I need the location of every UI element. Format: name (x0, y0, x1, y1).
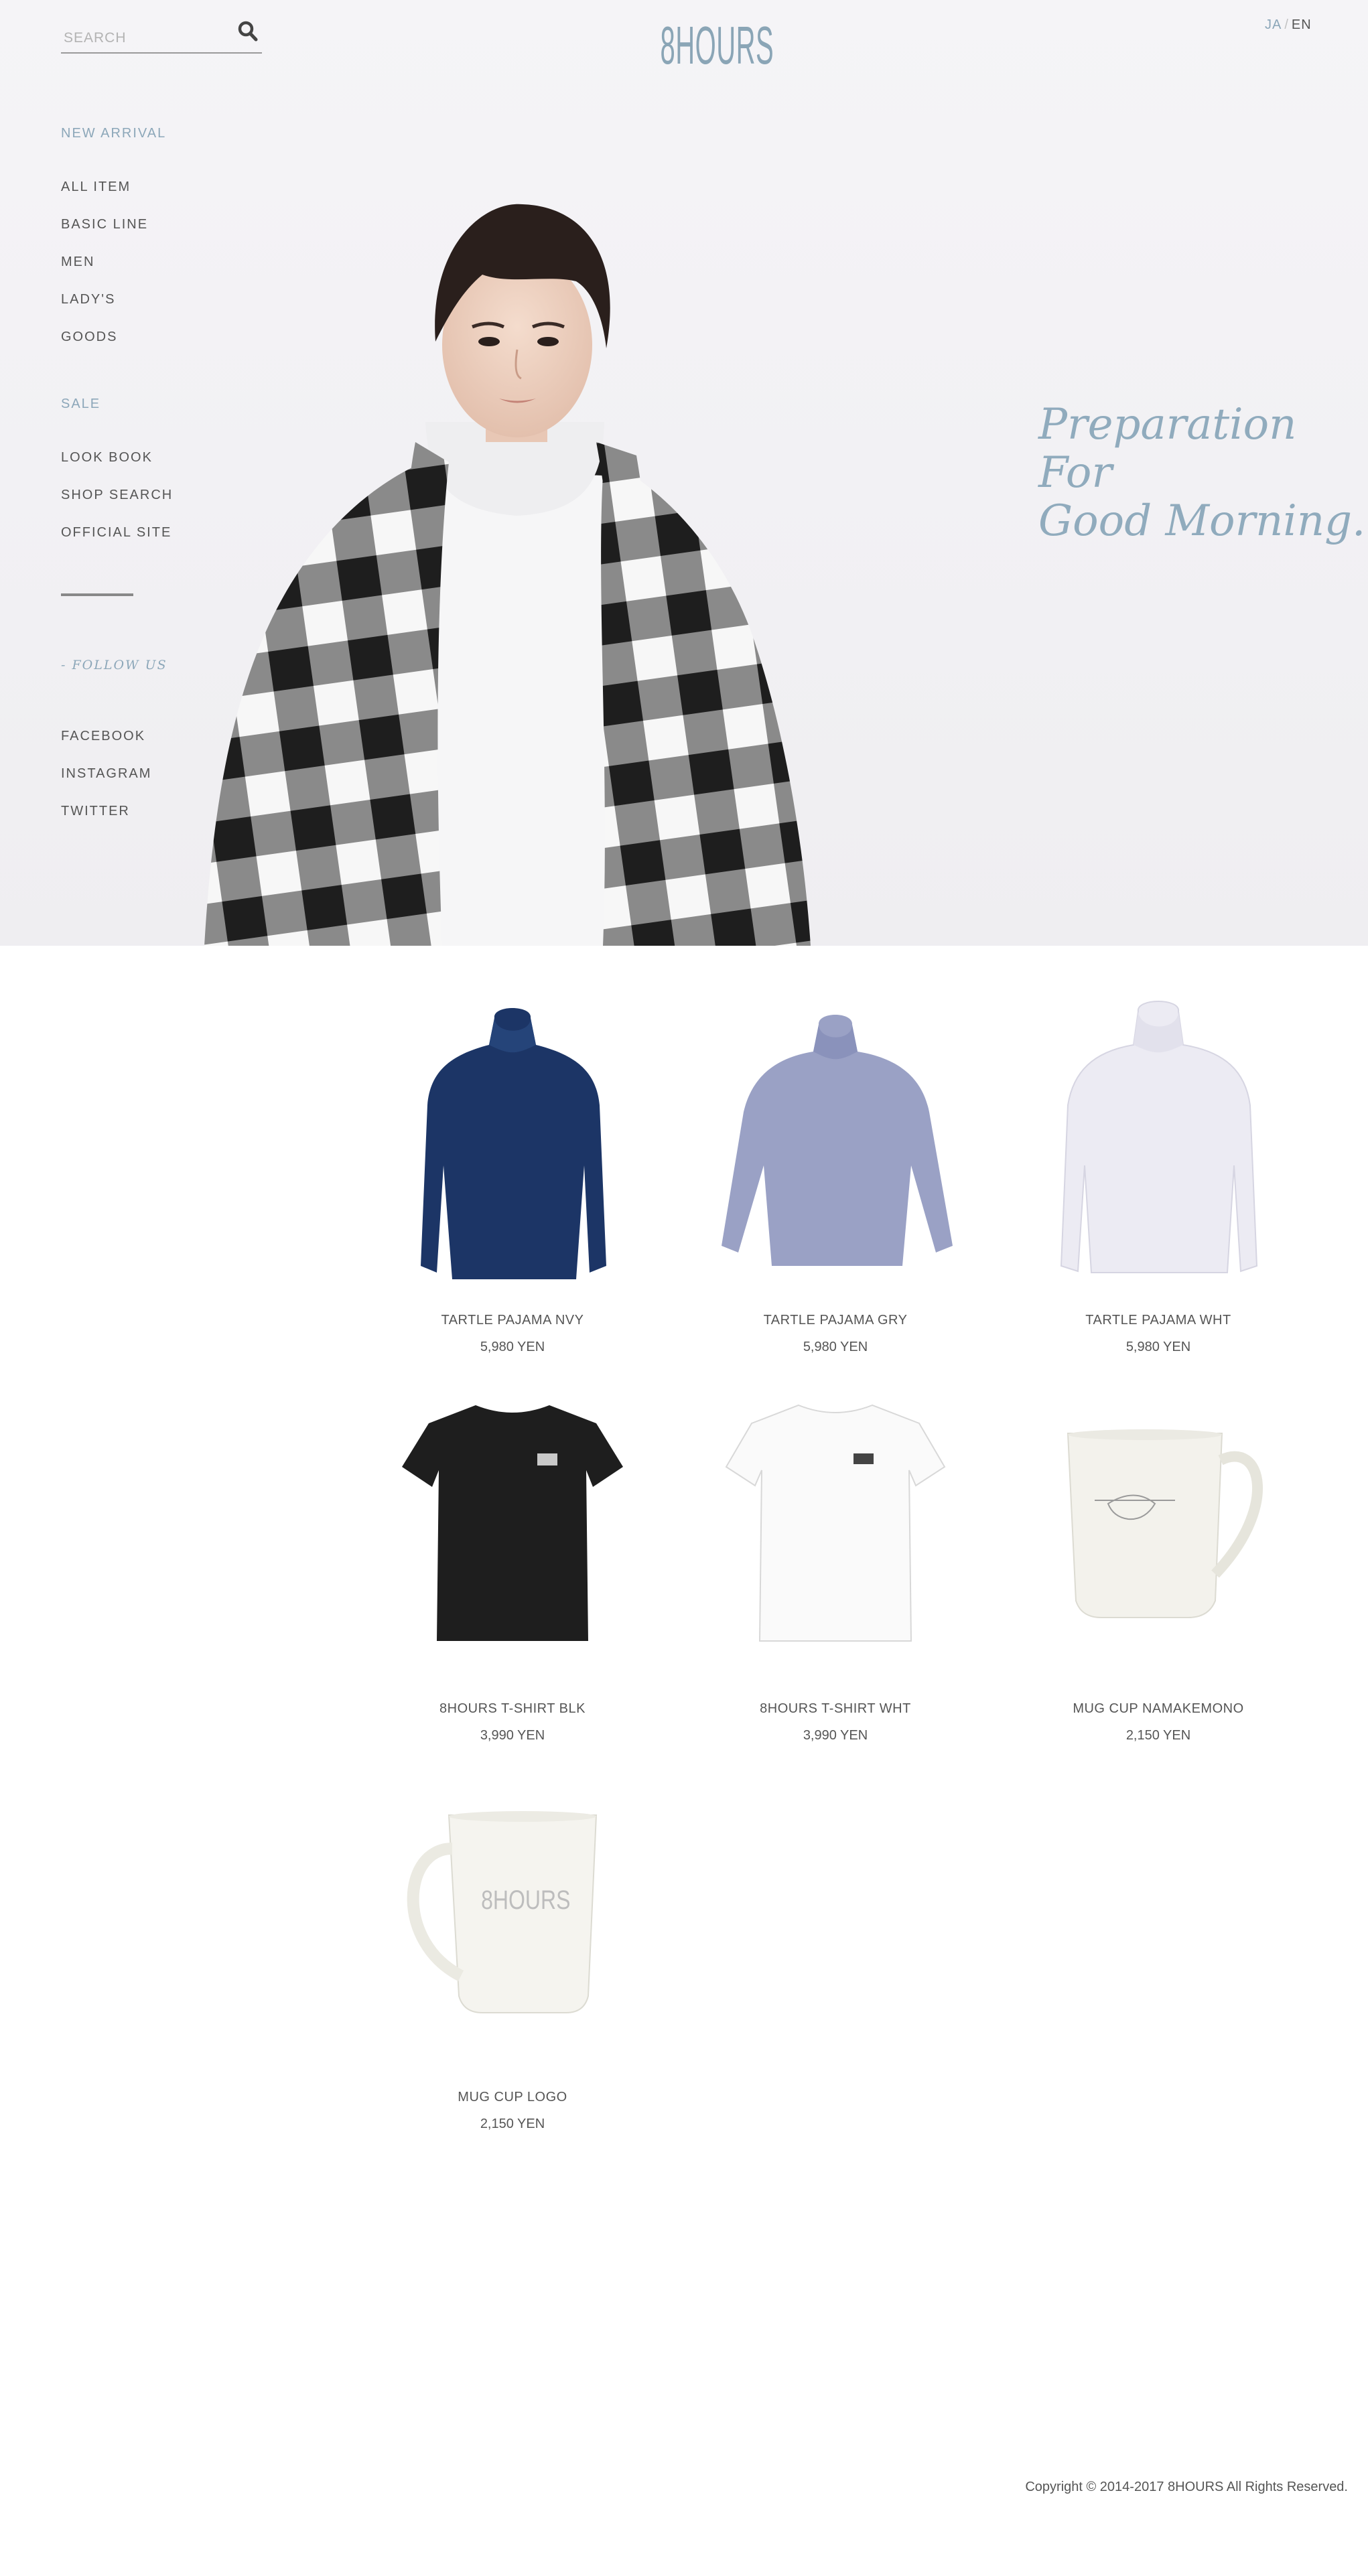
lang-en-link[interactable]: EN (1292, 17, 1312, 32)
hero-model-image (204, 204, 811, 946)
product-image-navy-turtleneck[interactable] (375, 998, 650, 1293)
nav-men[interactable]: MEN (61, 255, 94, 270)
product-name[interactable]: 8HOURS T-SHIRT BLK (375, 1701, 650, 1717)
hero-tagline: Preparation For Good Morning. (1038, 401, 1365, 545)
product-name[interactable]: MUG CUP LOGO (375, 2090, 650, 2105)
product-image-sloth-mug[interactable] (1021, 1386, 1296, 1681)
search-input[interactable] (62, 27, 226, 50)
lang-separator: / (1284, 17, 1289, 32)
tagline-line-2: For (1038, 448, 1113, 498)
product-name[interactable]: 8HOURS T-SHIRT WHT (698, 1701, 973, 1717)
product-price: 5,980 YEN (803, 1340, 868, 1354)
nav-goods[interactable]: GOODS (61, 330, 117, 345)
svg-text:8HOURS: 8HOURS (481, 1885, 570, 1915)
product-image-grey-turtleneck[interactable] (698, 998, 973, 1293)
product-price: 2,150 YEN (480, 2117, 545, 2131)
language-switcher: JA / EN (1265, 17, 1312, 33)
nav-twitter[interactable]: TWITTER (61, 804, 130, 819)
product-image-white-tshirt[interactable] (698, 1386, 973, 1681)
lang-ja-link[interactable]: JA (1265, 17, 1282, 32)
product-name[interactable]: TARTLE PAJAMA WHT (1021, 1313, 1296, 1328)
product-image-white-turtleneck[interactable] (1021, 998, 1296, 1293)
follow-us-label: - FOLLOW US (61, 658, 167, 672)
product-price: 5,980 YEN (480, 1340, 545, 1354)
nav-all-item[interactable]: ALL ITEM (61, 180, 131, 195)
nav-basic-line[interactable]: BASIC LINE (61, 217, 148, 232)
nav-official-site[interactable]: OFFICIAL SITE (61, 525, 172, 541)
product-name[interactable]: TARTLE PAJAMA NVY (375, 1313, 650, 1328)
search-icon[interactable] (236, 19, 259, 44)
tagline-line-3: Good Morning. (1038, 496, 1366, 546)
nav-shop-search[interactable]: SHOP SEARCH (61, 488, 173, 503)
product-image-logo-mug[interactable]: 8HOURS (375, 1775, 650, 2070)
product-price: 3,990 YEN (803, 1728, 868, 1743)
tagline-line-1: Preparation (1038, 400, 1297, 449)
brand-logo[interactable]: 8HOURS (661, 17, 774, 74)
product-price: 2,150 YEN (1125, 1728, 1191, 1743)
footer-copyright: Copyright © 2014-2017 8HOURS All Rights … (1025, 2480, 1348, 2494)
product-image-black-tshirt[interactable] (375, 1386, 650, 1681)
product-name[interactable]: TARTLE PAJAMA GRY (698, 1313, 973, 1328)
search-box (61, 19, 262, 54)
nav-ladys[interactable]: LADY'S (61, 292, 115, 307)
product-name[interactable]: MUG CUP NAMAKEMONO (1021, 1701, 1296, 1717)
nav-instagram[interactable]: INSTAGRAM (61, 766, 151, 782)
product-price: 3,990 YEN (480, 1728, 545, 1743)
product-price: 5,980 YEN (1125, 1340, 1191, 1354)
nav-new-arrival[interactable]: NEW ARRIVAL (61, 126, 166, 141)
nav-look-book[interactable]: LOOK BOOK (61, 450, 153, 466)
hero-section: 8HOURS JA/EN (0, 0, 1368, 946)
nav-divider (61, 593, 133, 596)
nav-facebook[interactable]: FACEBOOK (61, 729, 145, 744)
nav-sale[interactable]: SALE (61, 397, 100, 412)
